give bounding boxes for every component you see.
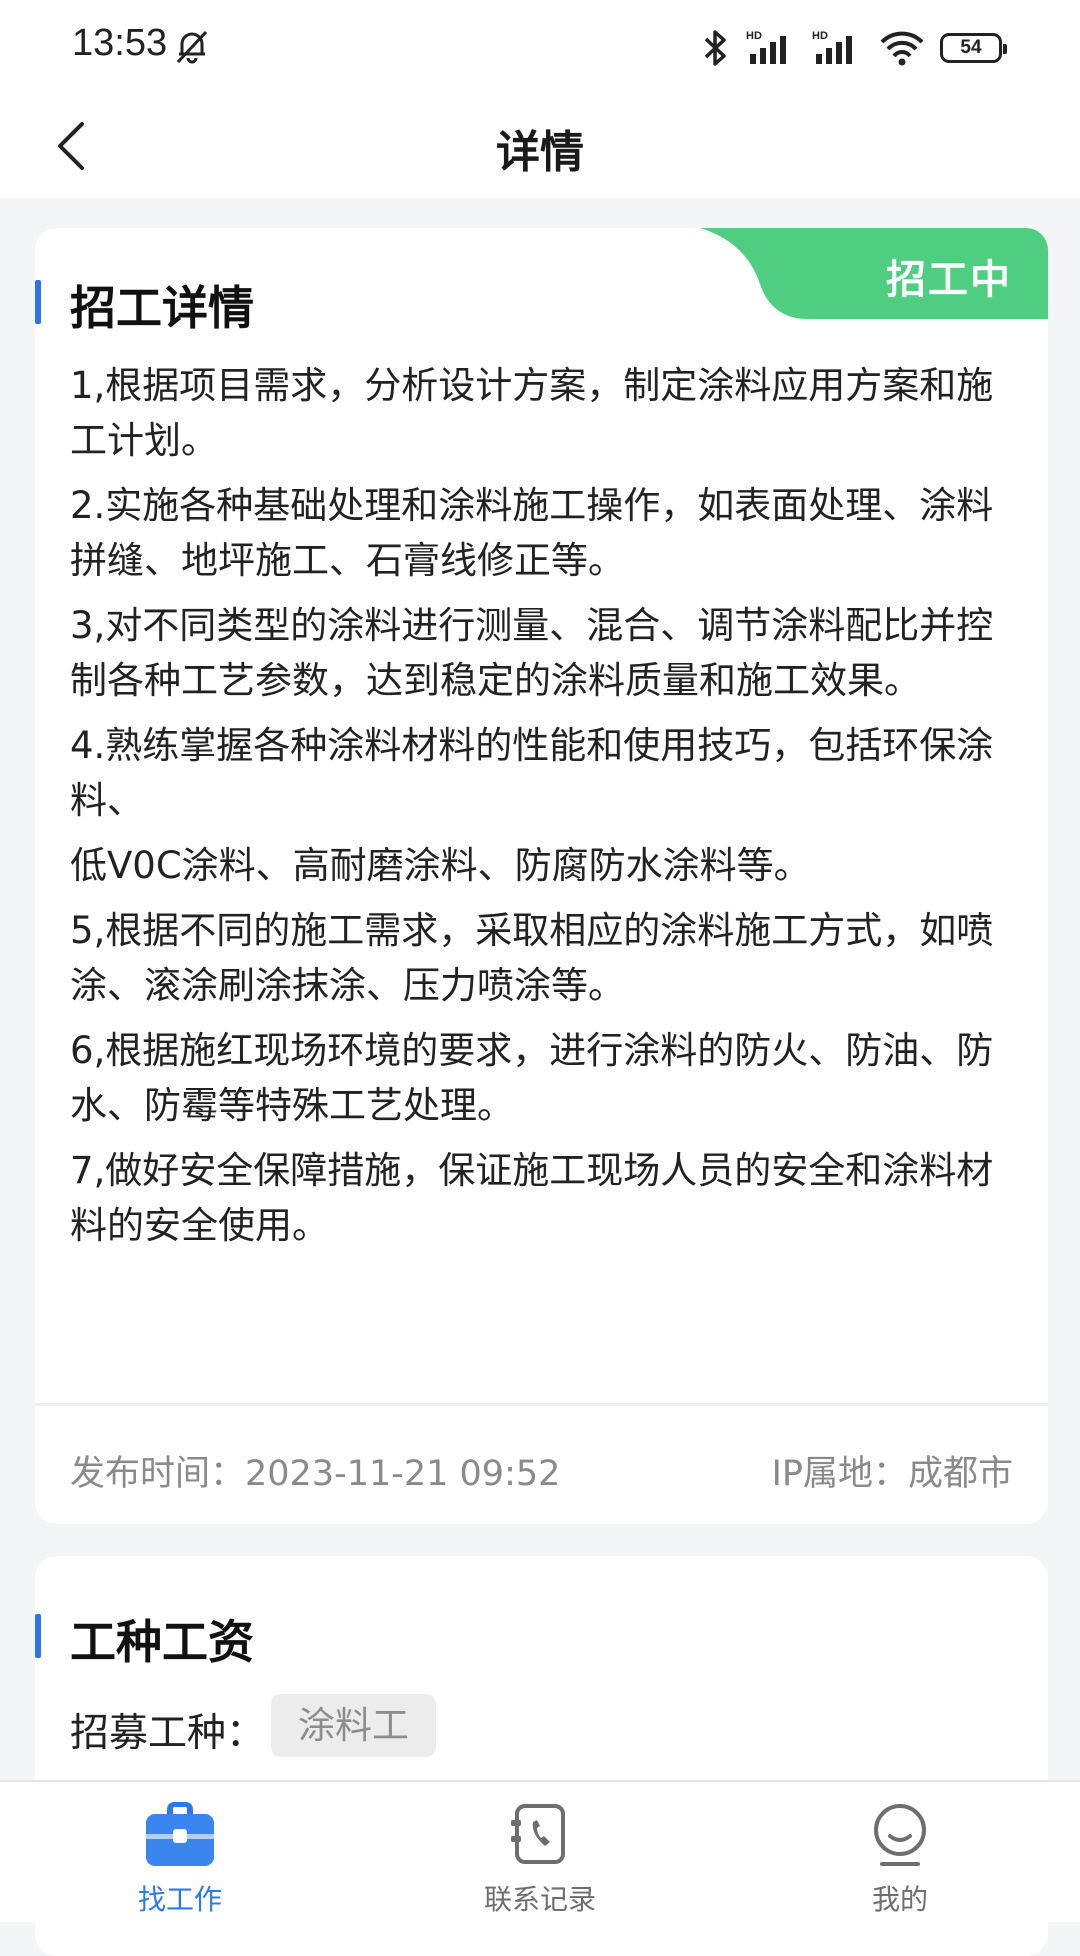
recruiting-status-badge: 招工中 xyxy=(700,228,1048,319)
section-title: 招工详情 xyxy=(70,281,254,335)
tab-label: 我的 xyxy=(871,1883,928,1916)
description-paragraph: 7,做好安全保障措施，保证施工现场人员的安全和涂料材料的安全使用。 xyxy=(70,1149,994,1247)
status-badge-label: 招工中 xyxy=(886,257,1012,303)
description-paragraph: 1,根据项目需求，分析设计方案，制定涂料应用方案和施工计划。 xyxy=(70,364,994,462)
bluetooth-icon xyxy=(704,30,726,66)
tab-label: 找工作 xyxy=(137,1883,222,1916)
description-paragraph: 6,根据施红现场环境的要求，进行涂料的防火、防油、防水、防霉等特殊工艺处理。 xyxy=(70,1029,994,1127)
tab-find-job[interactable]: 找工作 xyxy=(0,1782,360,1922)
divider xyxy=(35,1403,1048,1406)
tab-label: 联系记录 xyxy=(483,1883,596,1916)
status-indicators: HD HD 54 xyxy=(698,24,1007,72)
wifi-icon xyxy=(880,31,924,66)
ip-location: IP属地：成都市 xyxy=(771,1454,1013,1494)
battery-indicator: 54 xyxy=(940,33,1007,63)
job-description: 1,根据项目需求，分析设计方案，制定涂料应用方案和施工计划。 2.实施各种基础处… xyxy=(70,358,1030,1263)
status-bar: 13:53 HD HD 54 xyxy=(0,0,1080,96)
description-paragraph: 5,根据不同的施工需求，采取相应的涂料施工方式，如喷涂、滚涂刷涂抹涂、压力喷涂等… xyxy=(70,909,994,1007)
page-title: 详情 xyxy=(496,127,584,178)
publish-time: 发布时间：2023-11-21 09:52 xyxy=(70,1454,561,1494)
description-paragraph: 2.实施各种基础处理和涂料施工操作，如表面处理、涂料拼缝、地坪施工、石膏线修正等… xyxy=(70,484,994,582)
signal-hd-icon-2: HD xyxy=(812,30,852,64)
svg-text:HD: HD xyxy=(746,30,762,42)
description-paragraph: 低V0C涂料、高耐磨涂料、防腐防水涂料等。 xyxy=(70,844,811,887)
signal-hd-icon: HD xyxy=(746,30,786,64)
section-title: 工种工资 xyxy=(70,1615,254,1669)
trade-chip: 涂料工 xyxy=(271,1694,436,1757)
notification-muted-icon xyxy=(176,30,208,64)
tab-contact-records[interactable]: 联系记录 xyxy=(360,1782,720,1922)
description-paragraph: 3,对不同类型的涂料进行测量、混合、调节涂料配比并控制各种工艺参数，达到稳定的涂… xyxy=(70,604,994,702)
status-time: 13:53 xyxy=(72,22,168,64)
description-paragraph: 4.熟练掌握各种涂料材料的性能和使用技巧，包括环保涂料、 xyxy=(70,724,994,822)
bottom-tab-bar: 找工作 联系记录 我的 xyxy=(0,1780,1080,1922)
profile-icon xyxy=(874,1804,926,1866)
recruitment-detail-card: 招工中 招工详情 1,根据项目需求，分析设计方案，制定涂料应用方案和施工计划。 … xyxy=(35,228,1048,1524)
trade-label: 招募工种： xyxy=(70,1711,266,1756)
section-accent-bar xyxy=(35,1614,41,1658)
tab-profile[interactable]: 我的 xyxy=(720,1782,1080,1922)
briefcase-icon xyxy=(146,1802,214,1866)
svg-text:HD: HD xyxy=(812,30,828,42)
phone-record-icon xyxy=(511,1804,565,1864)
section-accent-bar xyxy=(35,280,41,324)
nav-bar: 详情 xyxy=(0,96,1080,198)
